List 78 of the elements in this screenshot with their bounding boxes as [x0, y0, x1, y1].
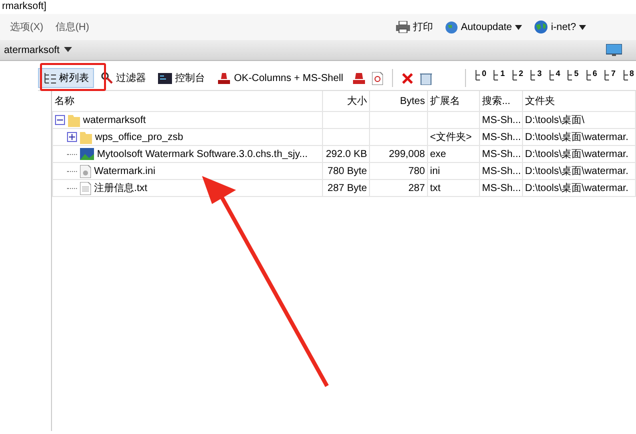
toolbar-button[interactable]: 打印	[390, 20, 439, 34]
search-cell: MS-Sh...	[482, 166, 521, 176]
toolbar-button[interactable]: 树列表	[38, 68, 94, 88]
toolbar-button[interactable]: 控制台	[153, 68, 210, 88]
tree-level-icon	[529, 69, 538, 81]
toolbar-button[interactable]: i-net?	[528, 20, 592, 34]
tree-level-icon	[622, 69, 630, 81]
tree-level-button[interactable]: 3	[527, 69, 544, 87]
folder-path-cell: D:\tools\桌面\watermar.	[525, 149, 628, 160]
collapse-icon[interactable]	[55, 115, 65, 125]
folder-icon	[80, 130, 92, 144]
menu-item[interactable]: 信息(H)	[49, 20, 96, 34]
folder-icon	[68, 114, 80, 126]
column-header[interactable]: Bytes	[400, 96, 425, 106]
printer-icon	[396, 21, 410, 33]
tree-level-button[interactable]: 5	[564, 69, 581, 87]
console-icon	[158, 72, 172, 84]
column-header[interactable]: 名称	[54, 96, 74, 107]
folder-path-cell: D:\tools\桌面\watermar.	[525, 132, 628, 143]
search-cell: MS-Sh...	[482, 114, 521, 126]
toolbar-button[interactable]: Autoupdate	[438, 20, 528, 34]
dropdown-icon	[514, 24, 522, 30]
bytes-cell: 780	[408, 166, 425, 176]
tree-level-button[interactable]: 8	[620, 69, 636, 87]
tree-level-icon	[510, 69, 519, 81]
file-name: Mytoolsoft Watermark Software.3.0.chs.th_sjy...	[97, 148, 308, 160]
file-name: 注册信息.txt	[94, 182, 148, 195]
extension-cell: <文件夹>	[430, 132, 472, 143]
size-cell: 780 Byte	[328, 166, 367, 176]
file-name: Watermark.ini	[94, 166, 156, 176]
column-header[interactable]: 大小	[347, 96, 367, 107]
stamp-icon	[217, 72, 231, 84]
globe-icon	[444, 20, 458, 34]
size-cell: 287 Byte	[328, 182, 367, 194]
tree-level-icon	[492, 69, 500, 81]
extension-cell: txt	[430, 182, 441, 194]
tree-level-icon	[548, 69, 556, 81]
tree-level-icon	[584, 69, 593, 81]
magnifier-icon	[101, 72, 113, 84]
tree-level-button[interactable]: 7	[601, 69, 618, 87]
column-header[interactable]: 扩展名	[430, 96, 460, 107]
size-cell: 292.0 KB	[326, 148, 367, 160]
extension-cell: exe	[430, 148, 446, 160]
search-cell: MS-Sh...	[482, 132, 521, 142]
globe-icon	[534, 20, 548, 34]
tree-level-icon	[603, 69, 612, 81]
file-name: watermarksoft	[83, 114, 146, 126]
dropdown-icon[interactable]	[64, 47, 72, 53]
folder-path-cell: D:\tools\桌面\watermar.	[525, 166, 628, 177]
bytes-cell: 299,008	[388, 148, 425, 160]
monitor-icon[interactable]	[606, 44, 622, 56]
search-cell: MS-Sh...	[482, 148, 521, 160]
tree-level-button[interactable]: 1	[490, 69, 507, 87]
tree-level-icon	[474, 69, 482, 81]
tree-list-icon	[43, 72, 56, 84]
toolbar-button[interactable]: 过滤器	[96, 68, 151, 88]
folder-path-cell: D:\tools\桌面\	[525, 115, 584, 126]
tree-level-icon	[566, 69, 574, 81]
settings-file-icon	[80, 164, 91, 178]
toolbar-button[interactable]: OK-Columns + MS-Shell	[212, 68, 348, 88]
folder-path-cell: D:\tools\桌面\watermar.	[525, 183, 628, 194]
bytes-cell: 287	[408, 182, 425, 194]
tree-level-button[interactable]: 0	[472, 69, 488, 87]
address-field[interactable]: atermarksoft	[4, 44, 64, 56]
highlight-frame	[40, 63, 106, 91]
expand-icon[interactable]	[67, 132, 77, 142]
column-header[interactable]: 搜索...	[482, 96, 510, 107]
search-cell: MS-Sh...	[482, 182, 521, 194]
file-name: wps_office_pro_zsb	[95, 132, 184, 142]
text-file-icon	[80, 182, 91, 194]
column-header[interactable]: 文件夹	[525, 96, 555, 107]
tree-level-button[interactable]: 2	[508, 69, 526, 87]
extension-cell: ini	[430, 166, 440, 176]
image-file-icon	[80, 148, 94, 160]
tree-level-button[interactable]: 4	[546, 69, 562, 87]
dropdown-icon	[579, 24, 586, 30]
tree-level-button[interactable]: 6	[582, 69, 600, 87]
menu-item[interactable]: 选项(X)	[4, 20, 50, 34]
